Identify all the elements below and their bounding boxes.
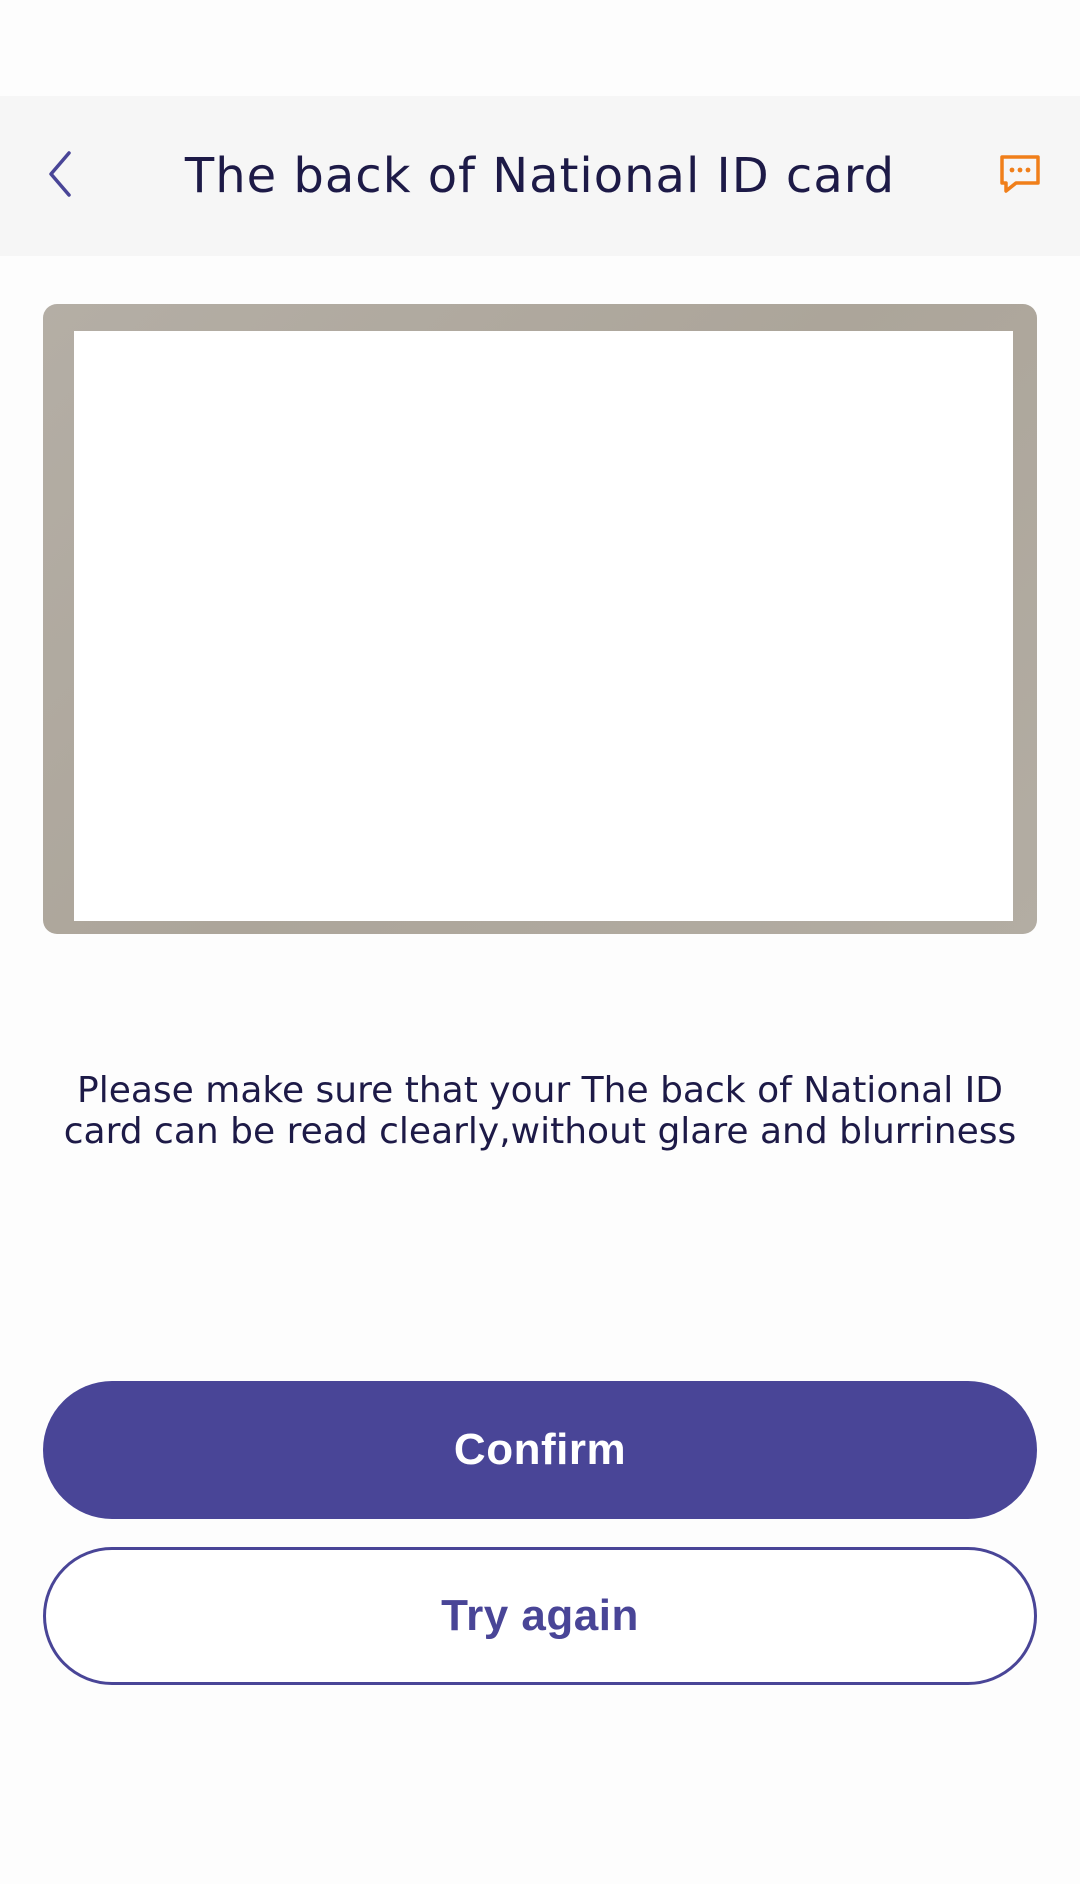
chevron-left-icon — [45, 149, 75, 203]
id-card-preview — [43, 304, 1037, 934]
chat-bubble-icon — [998, 153, 1042, 199]
status-bar — [0, 0, 1080, 96]
back-button[interactable] — [30, 140, 90, 212]
confirm-button[interactable]: Confirm — [43, 1381, 1037, 1519]
page-title: The back of National ID card — [184, 148, 896, 204]
header-bar: The back of National ID card — [0, 96, 1080, 256]
id-card-image — [74, 331, 1013, 921]
try-again-button[interactable]: Try again — [43, 1547, 1037, 1685]
help-chat-button[interactable] — [990, 146, 1050, 206]
instruction-text: Please make sure that your The back of N… — [63, 1070, 1017, 1152]
